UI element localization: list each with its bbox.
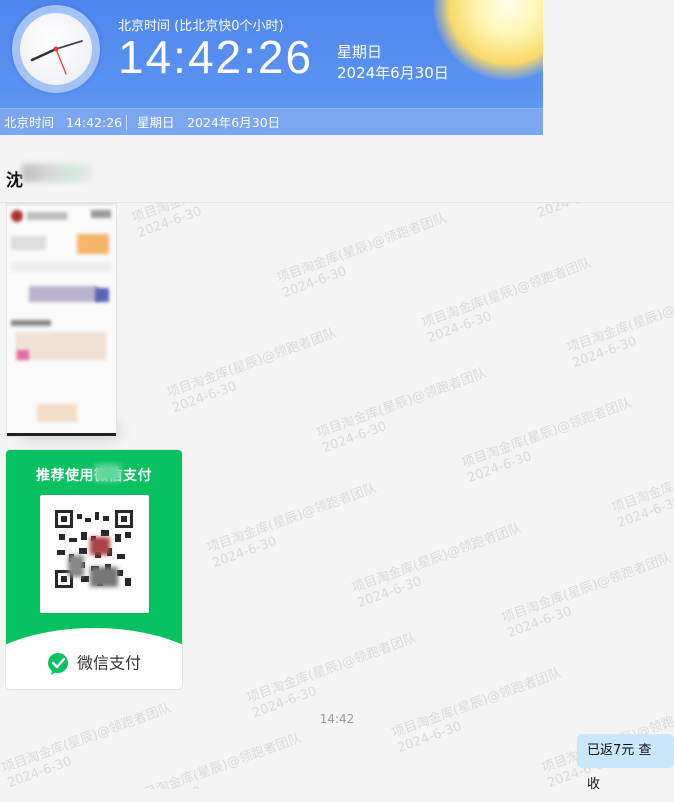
pay-card-title: 推荐使用微信支付: [36, 468, 152, 484]
watermark: 项目淘金库(星辰)@领跑者团队2024-6-30: [205, 480, 379, 572]
clock-hands-icon: [30, 40, 83, 75]
pay-card-footer: 微信支付: [6, 653, 182, 675]
time-widget: 北京时间 (比北京快0个小时) 14:42:26 星期日 2024年6月30日 …: [0, 0, 543, 135]
info-bar: 北京时间 14:42:26 星期日 2024年6月30日: [0, 108, 543, 135]
wechat-pay-icon: [47, 653, 68, 675]
info-bar-date: 2024年6月30日: [187, 115, 281, 130]
phone-banner-blur: [77, 234, 109, 254]
qr-blur-red: [90, 537, 110, 555]
qr-blur-gray: [90, 567, 118, 587]
watermark: 项目淘金库(星辰)@领跑者团队2024-6-30: [245, 630, 419, 722]
message-timestamp: 14:42: [319, 712, 355, 726]
phone-icons-blur: [91, 210, 111, 218]
info-bar-divider: [126, 115, 127, 130]
phone-status-bar: [7, 204, 116, 206]
info-bar-weekday: 星期日: [137, 115, 175, 130]
qr-code-box[interactable]: [40, 495, 149, 613]
current-time: 14:42:26: [118, 31, 314, 83]
info-bar-label: 北京时间: [4, 115, 55, 130]
phone-screenshot-image[interactable]: [6, 203, 117, 437]
pay-card-footer-label: 微信支付: [76, 653, 141, 673]
chat-header: 沈: [0, 136, 674, 203]
phone-item-blur: [37, 404, 77, 422]
phone-icon-blur: [17, 350, 29, 360]
clock-face: [20, 13, 92, 85]
weekday: 星期日: [337, 43, 383, 61]
watermark: 项目淘金库(星辰)@领跑者团队2024-6-30: [460, 395, 634, 487]
watermark: 项目淘金库(星辰)@领跑者团队2024-6-30: [610, 440, 674, 532]
pay-title-blur: [95, 464, 121, 482]
wechat-pay-card[interactable]: 推荐使用微信支付 微信支付: [6, 450, 182, 689]
clock-icon: [12, 5, 100, 93]
phone-text-blur: [11, 320, 51, 326]
sun-decoration: [433, 0, 543, 80]
watermark: 项目淘金库(星辰)@领跑者团队2024-6-30: [500, 550, 674, 642]
contact-name[interactable]: 沈: [6, 166, 23, 191]
watermark: 项目淘金库(星辰)@领跑者团队2024-6-30: [130, 202, 303, 242]
phone-text-blur: [11, 262, 111, 272]
contact-name-blurred: [22, 164, 92, 182]
phone-thumbs-blur: [29, 286, 99, 302]
phone-avatar-blur: [11, 210, 23, 222]
watermark: 项目淘金库(星辰)@领跑者团队2024-6-30: [165, 325, 339, 417]
message-bubble-sent[interactable]: 已返7元 查收: [577, 734, 674, 792]
watermark: 项目淘金库(星辰)@领跑者团队2024-6-30: [315, 365, 489, 457]
watermark: 项目淘金库(星辰)@领跑者团队2024-6-30: [565, 280, 674, 372]
watermark: 项目淘金库(星辰)@领跑者团队2024-6-30: [530, 202, 674, 222]
watermark: 项目淘金库(星辰)@领跑者团队2024-6-30: [350, 520, 524, 612]
phone-text-blur: [27, 212, 67, 220]
info-bar-time: 14:42:26: [66, 115, 123, 130]
watermark: 项目淘金库(星辰)@领跑者团队2024-6-30: [130, 730, 304, 789]
phone-text-blur: [11, 236, 46, 250]
date: 2024年6月30日: [337, 64, 449, 82]
qr-blur-gray: [68, 555, 84, 577]
phone-thumb-blur: [95, 288, 109, 302]
phone-nav-bar: [7, 433, 116, 436]
watermark: 项目淘金库(星辰)@领跑者团队2024-6-30: [275, 210, 449, 302]
watermark: 项目淘金库(星辰)@领跑者团队2024-6-30: [420, 255, 594, 347]
